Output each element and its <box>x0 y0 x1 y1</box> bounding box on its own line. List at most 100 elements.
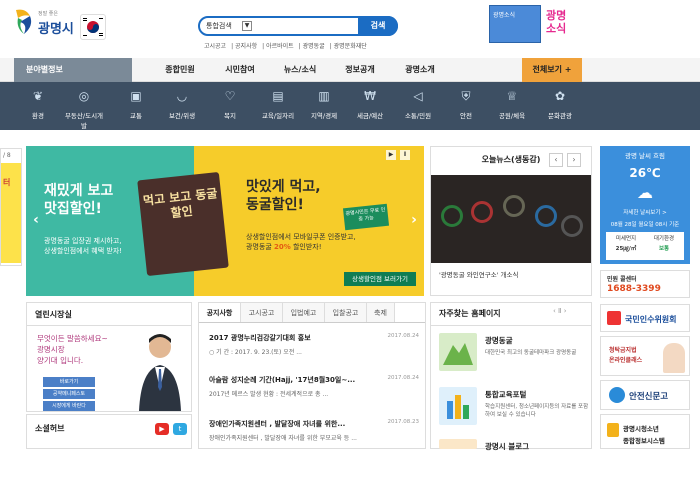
logo-slogan: 정말 좋은 <box>38 11 58 17</box>
mayor-manifesto-button[interactable]: 공약메니페스토 <box>43 389 95 399</box>
safety-logo-icon <box>609 387 625 403</box>
category-item-safety[interactable]: ⛨ 안전 <box>444 88 488 120</box>
category-item-health[interactable]: ◡ 보건/위생 <box>160 88 204 120</box>
notice-item[interactable]: 2017 광명누리검강갈기대회 홍보 2017.08.24 ○ 기 간 : 20… <box>209 333 419 356</box>
leaf-icon: ❦ <box>32 89 44 103</box>
category-item-park[interactable]: ♕ 공원/체육 <box>490 88 534 120</box>
right-banner-anti-graft[interactable]: 청탁금지법 온라인클래스 <box>600 336 690 376</box>
main-banner[interactable]: 재밌게 보고 맛집할인! 광명동굴 입장권 제시하고, 상생할인점에서 혜택 받자!… <box>26 146 424 296</box>
category-item-tax[interactable]: ₩ 세금/예산 <box>348 88 392 120</box>
notice-tabs: 공지사항 고시공고 입법예고 입찰공고 축제 <box>199 303 425 323</box>
view-discount-stores-button[interactable]: 상생할인점 보러가기 <box>344 272 416 286</box>
gnb-item[interactable]: 광명소개 <box>390 58 450 82</box>
civil-call-center[interactable]: 민원 콜센터 1688-3399 <box>600 270 690 298</box>
right-banner-national-committee[interactable]: 국민인수위원회 <box>600 304 690 332</box>
chevron-right-icon[interactable]: › <box>408 211 420 229</box>
category-item-realestate[interactable]: ◎ 부동산/도시개발 <box>62 88 106 130</box>
chevron-left-icon[interactable]: ‹ <box>30 211 42 229</box>
search-scope-select[interactable]: 통합검색 <box>206 21 232 31</box>
twitter-icon[interactable]: t <box>173 423 187 435</box>
money-icon: ₩ <box>364 89 376 103</box>
today-news-photo[interactable] <box>431 175 591 263</box>
banner-right-headline: 맛있게 먹고, 동굴할인! <box>246 179 321 213</box>
tab-legislation[interactable]: 입법예고 <box>283 303 325 322</box>
site-item-education-portal[interactable]: 통합교육포털 학습지원센터, 청소년페이지등의 자료를 포함하여 보실 수 있습… <box>439 387 589 431</box>
notice-item[interactable]: 아슬람 성지순례 기간(Hajj, '17년8월30일~... 2017.08.… <box>209 375 419 398</box>
pause-icon[interactable]: Ⅱ <box>400 150 410 160</box>
mayor-go-button[interactable]: 바로가기 <box>43 377 95 387</box>
category-bar: ❦ 환경 ◎ 부동산/도시개발 ▣ 교통 ◡ 보건/위생 ♡ 복지 ▤ 교육/일자리 ▥ 지역… <box>0 82 700 130</box>
category-item-environment[interactable]: ❦ 환경 <box>16 88 60 120</box>
cave-thumbnail <box>439 333 477 371</box>
gwangmyeong-logo-mark-icon <box>16 9 32 34</box>
mayor-panel-title: 열린시장실 <box>35 310 72 319</box>
banner-free-tag: 광명시민은 무료 인증 가능 <box>342 203 390 231</box>
social-hub: 소셜허브 ▶ t <box>26 414 192 449</box>
tab-announcement[interactable]: 고시공고 <box>241 303 283 322</box>
category-item-communication[interactable]: ◁ 소통/민원 <box>396 88 440 120</box>
play-icon[interactable]: ▶ <box>386 150 396 160</box>
chevron-left-icon[interactable]: ‹ <box>549 153 563 167</box>
search-bar: 통합검색 ▼ 검색 <box>198 16 398 36</box>
person-illustration-icon <box>663 343 685 373</box>
category-item-traffic[interactable]: ▣ 교통 <box>114 88 158 120</box>
youtube-icon[interactable]: ▶ <box>155 423 169 435</box>
frequent-sites-nav[interactable]: ‹ Ⅱ › <box>553 307 567 315</box>
call-center-phone: 1688-3399 <box>607 284 661 294</box>
notice-board: 공지사항 고시공고 입법예고 입찰공고 축제 2017 광명누리검강갈기대회 홍… <box>198 302 426 449</box>
category-item-culture[interactable]: ✿ 문화관광 <box>538 88 582 120</box>
committee-logo-icon <box>607 311 621 325</box>
quick-link[interactable]: 공지사항 <box>235 43 257 50</box>
heart-hands-icon: ♡ <box>224 89 236 103</box>
tab-bidding[interactable]: 입찰공고 <box>325 303 367 322</box>
category-item-education[interactable]: ▤ 교육/일자리 <box>256 88 300 120</box>
quick-link[interactable]: 광명문화재단 <box>334 43 367 50</box>
chevron-down-icon[interactable]: ▼ <box>242 21 252 31</box>
call-center-label: 민원 콜센터 <box>607 276 637 283</box>
open-mayor-office: 열린시장실 무엇이든 말씀하세요~ 광명시장 양기대 입니다. 바로가기 공약메니페… <box>26 302 192 412</box>
site-item-blog[interactable]: 광명시 블로그 <box>439 439 589 483</box>
mayor-wish-button[interactable]: 시장에게 바란다 <box>43 401 95 411</box>
youth-logo-icon <box>607 423 619 437</box>
right-banner-safety-report[interactable]: 안전신문고 <box>600 380 690 410</box>
site-item-cave[interactable]: 광명동굴 대한민국 최고의 동굴테마파크 광명동굴 <box>439 333 589 377</box>
quick-link[interactable]: 아르바이트 <box>266 43 294 50</box>
tab-festival[interactable]: 축제 <box>367 303 395 322</box>
gnb-menu: 종합민원 시민참여 뉴스/소식 정보공개 광명소개 <box>150 58 450 82</box>
taegukgi-flag-icon[interactable] <box>80 14 106 40</box>
cloud-icon: ☁ <box>637 183 653 202</box>
notice-item[interactable]: 장애인가족지원센터 , 발달장애 자녀를 위한... 2017.08.23 장애… <box>209 419 419 442</box>
today-news-caption[interactable]: '광명동굴 와인연구소' 개소식 <box>439 269 518 279</box>
sector-info-label[interactable]: 분야별정보 <box>14 58 132 82</box>
chevron-right-icon[interactable]: › <box>567 153 581 167</box>
gwangmyeong-news-banner[interactable]: 광명소식 광명 소식 <box>489 5 585 43</box>
view-all-button[interactable]: 전체보기 + <box>522 58 582 82</box>
quick-link[interactable]: 광명동굴 <box>303 43 325 50</box>
newspaper-image: 광명소식 <box>489 5 541 43</box>
book-icon: ▤ <box>272 89 284 103</box>
gnb-item[interactable]: 뉴스/소식 <box>270 58 330 82</box>
banner-right-subtext: 상생할인점에서 모바일쿠폰 인증받고, 광명동굴 20% 할인받자! <box>246 233 356 251</box>
category-item-economy[interactable]: ▥ 지역/경제 <box>302 88 346 120</box>
gnb-item[interactable]: 정보공개 <box>330 58 390 82</box>
bar-chart-icon: ▥ <box>318 89 330 103</box>
main-navigation: 분야별정보 종합민원 시민참여 뉴스/소식 정보공개 광명소개 전체보기 + <box>0 58 700 82</box>
education-thumbnail <box>439 387 477 425</box>
weather-widget: 광명 날씨 흐림 26℃ ☁ 자세한 날씨보기 > 08월 28일 월요일 08… <box>600 146 690 264</box>
search-button[interactable]: 검색 <box>358 16 398 36</box>
palette-icon: ✿ <box>554 89 566 103</box>
quick-links: 고시공고 | 공지사항 | 아르바이트 | 광명동굴 | 광명문화재단 <box>204 43 367 50</box>
megaphone-icon: ◁ <box>413 89 423 103</box>
gnb-item[interactable]: 시민참여 <box>210 58 270 82</box>
blog-thumbnail <box>439 439 477 449</box>
side-popup-rail[interactable]: / 8 터 <box>0 148 22 266</box>
bus-icon: ▣ <box>130 89 142 103</box>
right-banner-youth-system[interactable]: 광명시청소년 종합정보시스템 <box>600 414 690 449</box>
weather-temperature: 26℃ <box>629 166 661 180</box>
quick-link[interactable]: 고시공고 <box>204 43 226 50</box>
weather-detail-link[interactable]: 자세한 날씨보기 > <box>600 208 690 216</box>
gnb-item[interactable]: 종합민원 <box>150 58 210 82</box>
banner-sign-image: 먹고 보고 동굴할인 <box>137 171 229 277</box>
category-item-welfare[interactable]: ♡ 복지 <box>208 88 252 120</box>
tab-notice[interactable]: 공지사항 <box>199 303 241 322</box>
